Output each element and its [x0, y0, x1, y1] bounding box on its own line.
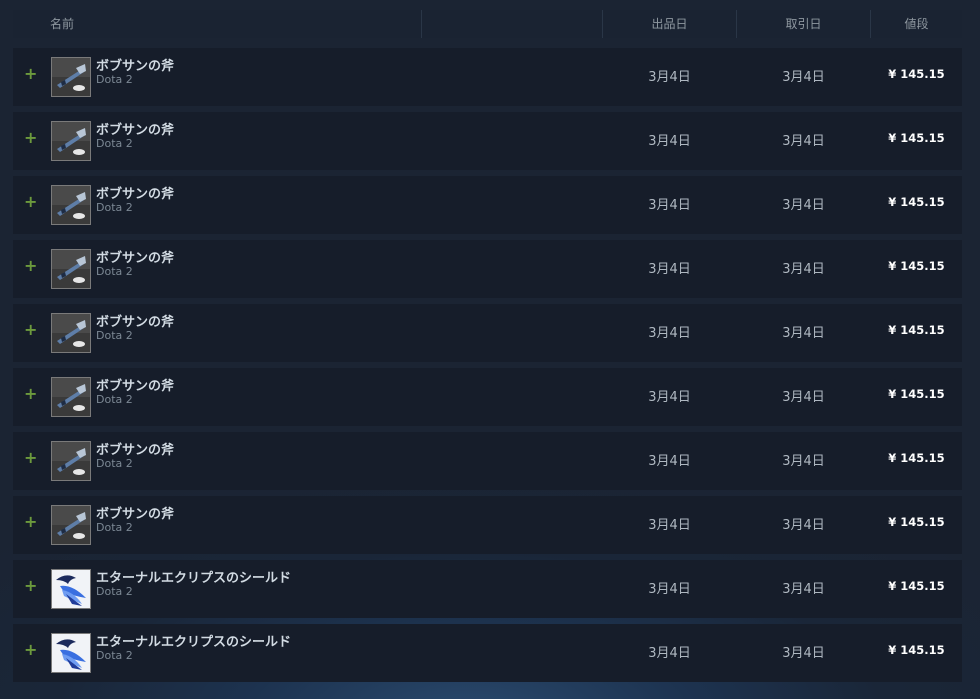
item-name[interactable]: エターナルエクリプスのシールド — [96, 567, 291, 586]
listed-date: 3月4日 — [648, 198, 691, 213]
shield-icon — [52, 634, 90, 672]
axe-icon — [52, 186, 90, 224]
item-name[interactable]: エターナルエクリプスのシールド — [96, 631, 291, 650]
item-price: ¥ 145.15 — [888, 579, 945, 593]
axe-icon — [52, 506, 90, 544]
item-price: ¥ 145.15 — [888, 387, 945, 401]
expand-icon[interactable]: + — [24, 450, 37, 466]
header-name[interactable]: 名前 — [50, 10, 250, 38]
acted-date: 3月4日 — [782, 582, 825, 597]
expand-icon[interactable]: + — [24, 258, 37, 274]
listed-date: 3月4日 — [648, 326, 691, 341]
item-price: ¥ 145.15 — [888, 451, 945, 465]
item-thumbnail[interactable] — [51, 633, 91, 673]
listed-date: 3月4日 — [648, 134, 691, 149]
expand-icon[interactable]: + — [24, 578, 37, 594]
listing-row[interactable]: + ボブサンの斧 Dota 2 3月4日 3月4日 ¥ 145.15 — [13, 176, 962, 234]
item-game: Dota 2 — [96, 457, 133, 470]
item-thumbnail[interactable] — [51, 185, 91, 225]
axe-icon — [52, 122, 90, 160]
item-game: Dota 2 — [96, 73, 133, 86]
item-game: Dota 2 — [96, 393, 133, 406]
acted-date: 3月4日 — [782, 646, 825, 661]
expand-icon[interactable]: + — [24, 386, 37, 402]
expand-icon[interactable]: + — [24, 642, 37, 658]
header-acted-on[interactable]: 取引日 — [737, 10, 870, 38]
header-listed-on[interactable]: 出品日 — [603, 10, 736, 38]
acted-date: 3月4日 — [782, 198, 825, 213]
item-name[interactable]: ボブサンの斧 — [96, 439, 174, 458]
item-thumbnail[interactable] — [51, 569, 91, 609]
item-price: ¥ 145.15 — [888, 643, 945, 657]
shield-icon — [52, 570, 90, 608]
listed-date: 3月4日 — [648, 262, 691, 277]
expand-icon[interactable]: + — [24, 322, 37, 338]
header-price[interactable]: 値段 — [871, 10, 962, 38]
item-price: ¥ 145.15 — [888, 515, 945, 529]
acted-date: 3月4日 — [782, 70, 825, 85]
item-game: Dota 2 — [96, 585, 133, 598]
expand-icon[interactable]: + — [24, 66, 37, 82]
axe-icon — [52, 314, 90, 352]
item-thumbnail[interactable] — [51, 377, 91, 417]
acted-date: 3月4日 — [782, 518, 825, 533]
expand-icon[interactable]: + — [24, 514, 37, 530]
acted-date: 3月4日 — [782, 390, 825, 405]
listing-row[interactable]: + ボブサンの斧 Dota 2 3月4日 3月4日 ¥ 145.15 — [13, 48, 962, 106]
item-game: Dota 2 — [96, 137, 133, 150]
listing-row[interactable]: + ボブサンの斧 Dota 2 3月4日 3月4日 ¥ 145.15 — [13, 496, 962, 554]
listing-row[interactable]: + エターナルエクリプスのシールド Dota 2 3月4日 3月4日 ¥ 145… — [13, 560, 962, 618]
header-divider — [421, 10, 422, 38]
item-name[interactable]: ボブサンの斧 — [96, 311, 174, 330]
item-thumbnail[interactable] — [51, 249, 91, 289]
item-game: Dota 2 — [96, 521, 133, 534]
item-game: Dota 2 — [96, 649, 133, 662]
item-thumbnail[interactable] — [51, 313, 91, 353]
item-name[interactable]: ボブサンの斧 — [96, 375, 174, 394]
item-game: Dota 2 — [96, 201, 133, 214]
listed-date: 3月4日 — [648, 70, 691, 85]
axe-icon — [52, 378, 90, 416]
listed-date: 3月4日 — [648, 390, 691, 405]
listed-date: 3月4日 — [648, 646, 691, 661]
item-name[interactable]: ボブサンの斧 — [96, 247, 174, 266]
listing-row[interactable]: + ボブサンの斧 Dota 2 3月4日 3月4日 ¥ 145.15 — [13, 368, 962, 426]
axe-icon — [52, 58, 90, 96]
item-thumbnail[interactable] — [51, 505, 91, 545]
item-game: Dota 2 — [96, 265, 133, 278]
listed-date: 3月4日 — [648, 454, 691, 469]
item-price: ¥ 145.15 — [888, 195, 945, 209]
item-thumbnail[interactable] — [51, 441, 91, 481]
acted-date: 3月4日 — [782, 454, 825, 469]
table-header: 名前 出品日 取引日 値段 — [13, 10, 962, 38]
acted-date: 3月4日 — [782, 134, 825, 149]
item-name[interactable]: ボブサンの斧 — [96, 119, 174, 138]
expand-icon[interactable]: + — [24, 194, 37, 210]
listing-row[interactable]: + ボブサンの斧 Dota 2 3月4日 3月4日 ¥ 145.15 — [13, 112, 962, 170]
item-name[interactable]: ボブサンの斧 — [96, 503, 174, 522]
item-name[interactable]: ボブサンの斧 — [96, 183, 174, 202]
item-thumbnail[interactable] — [51, 57, 91, 97]
listing-row[interactable]: + ボブサンの斧 Dota 2 3月4日 3月4日 ¥ 145.15 — [13, 432, 962, 490]
expand-icon[interactable]: + — [24, 130, 37, 146]
listed-date: 3月4日 — [648, 518, 691, 533]
axe-icon — [52, 442, 90, 480]
acted-date: 3月4日 — [782, 262, 825, 277]
listing-row[interactable]: + ボブサンの斧 Dota 2 3月4日 3月4日 ¥ 145.15 — [13, 304, 962, 362]
item-price: ¥ 145.15 — [888, 67, 945, 81]
item-name[interactable]: ボブサンの斧 — [96, 55, 174, 74]
axe-icon — [52, 250, 90, 288]
item-game: Dota 2 — [96, 329, 133, 342]
item-price: ¥ 145.15 — [888, 259, 945, 273]
acted-date: 3月4日 — [782, 326, 825, 341]
listed-date: 3月4日 — [648, 582, 691, 597]
item-thumbnail[interactable] — [51, 121, 91, 161]
listing-row[interactable]: + ボブサンの斧 Dota 2 3月4日 3月4日 ¥ 145.15 — [13, 240, 962, 298]
item-price: ¥ 145.15 — [888, 323, 945, 337]
item-price: ¥ 145.15 — [888, 131, 945, 145]
listing-row[interactable]: + エターナルエクリプスのシールド Dota 2 3月4日 3月4日 ¥ 145… — [13, 624, 962, 682]
